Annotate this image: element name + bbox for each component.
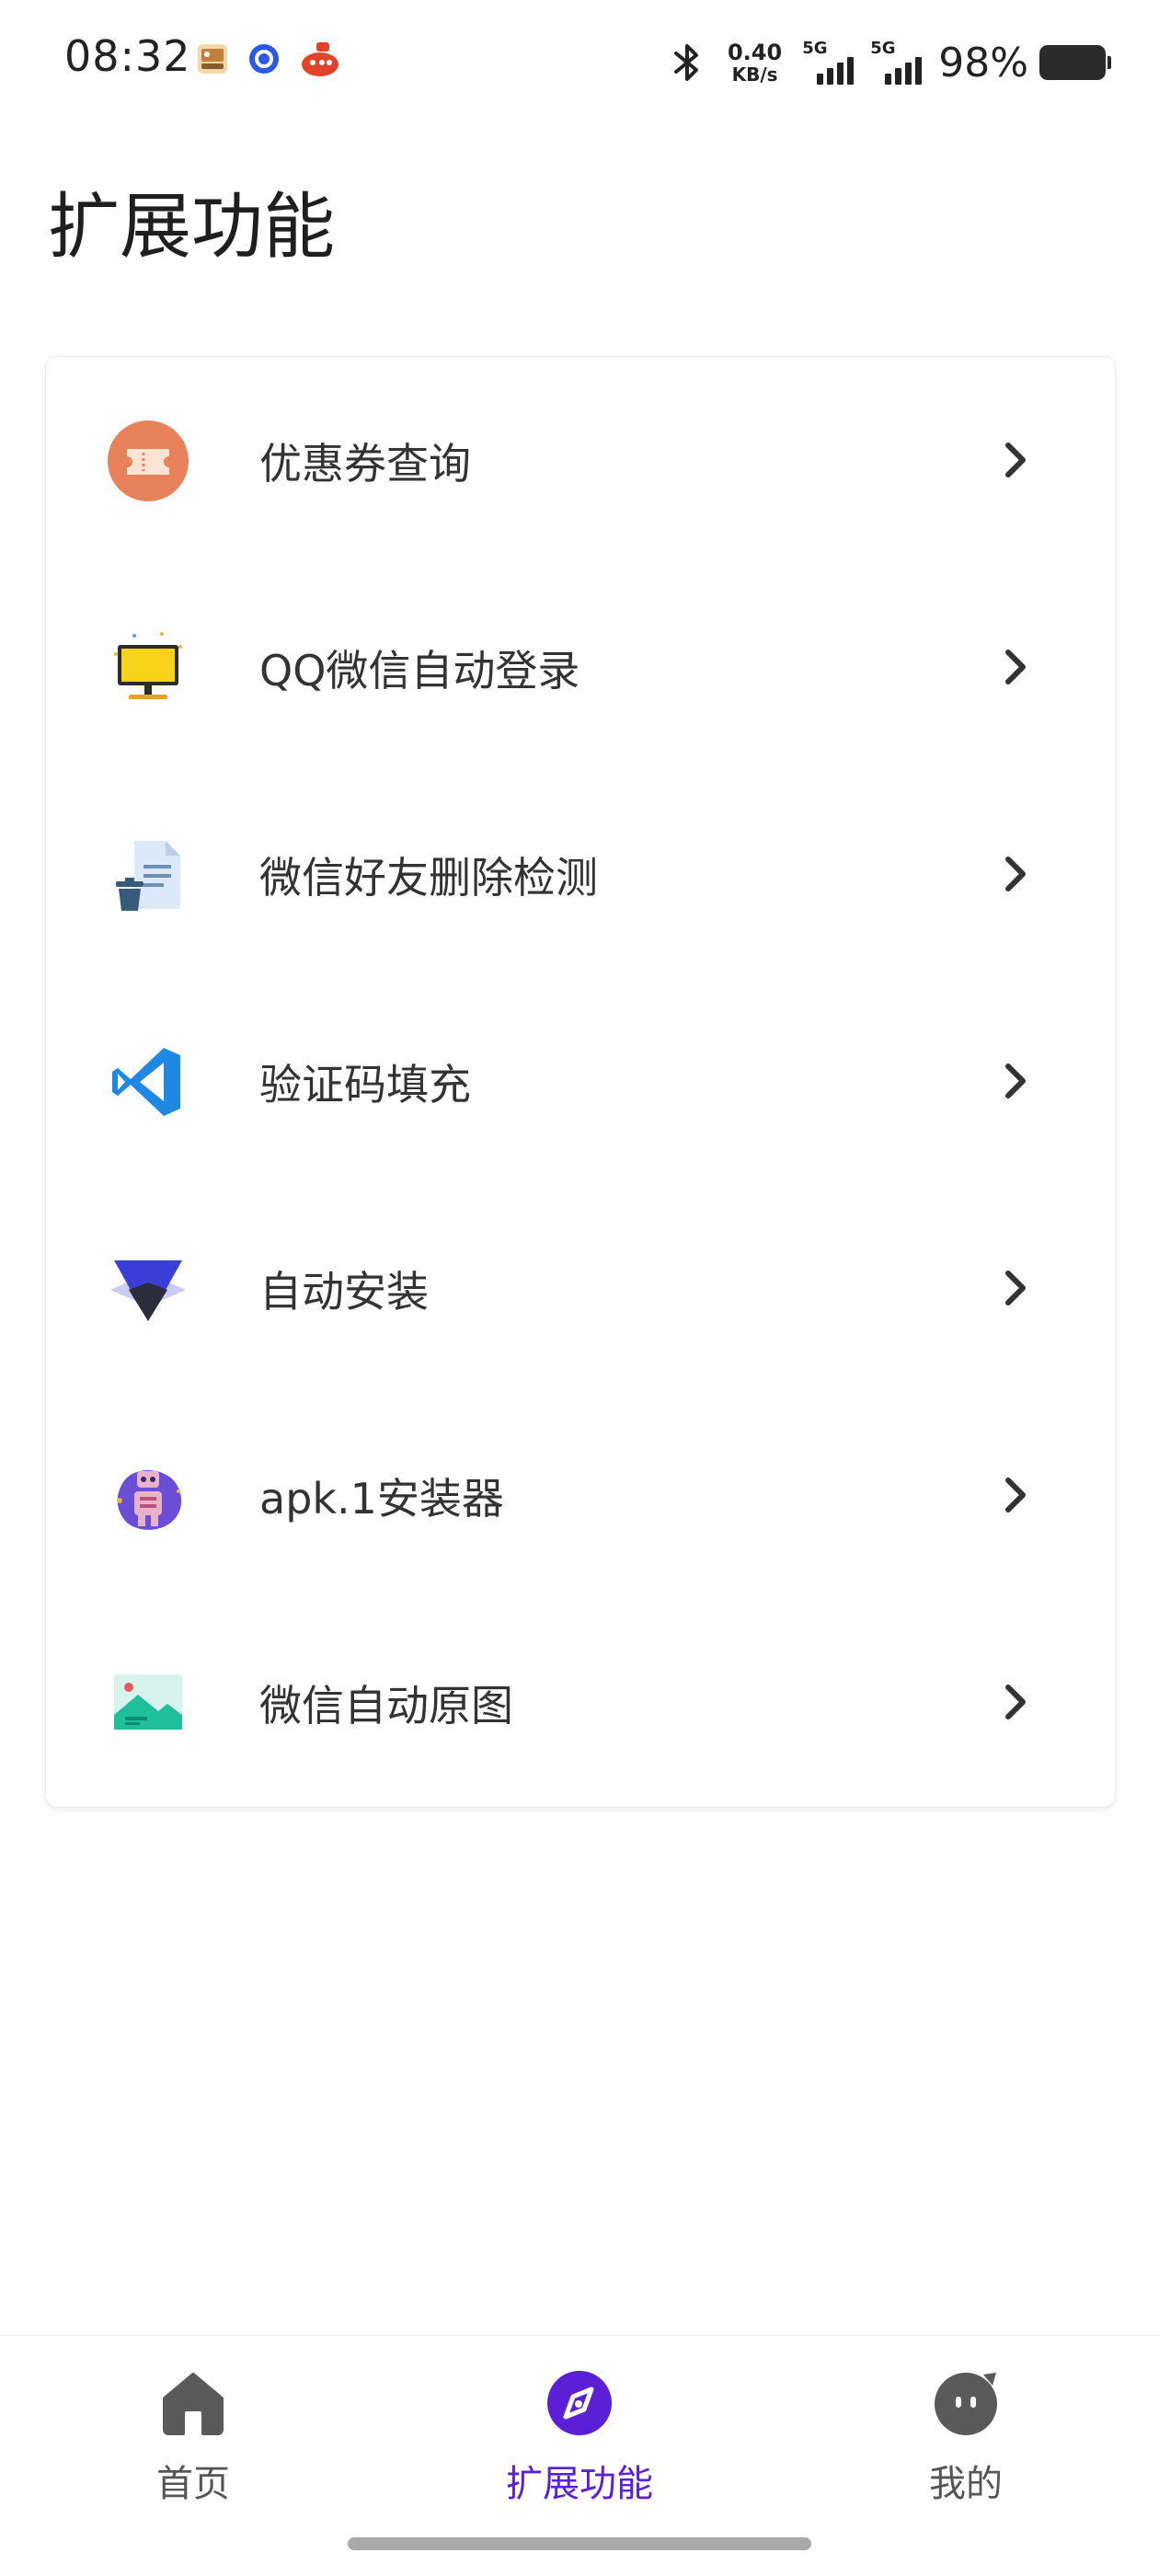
profile-face-icon bbox=[935, 2373, 997, 2435]
chevron-right-icon bbox=[1005, 1478, 1026, 1512]
blue-circle-app-icon bbox=[249, 44, 279, 74]
nav-label: 我的 bbox=[929, 2463, 1003, 2505]
net-speed: 0.40 KB/s bbox=[727, 40, 783, 86]
feature-item-coupon[interactable]: 优惠券查询 bbox=[46, 357, 1115, 564]
feature-list: 优惠券查询 QQ微信自动登录 微信好友删除检测 验证码填充 自动安装 apk.1… bbox=[46, 357, 1115, 1807]
bluetooth-icon bbox=[673, 44, 698, 81]
nav-label: 首页 bbox=[156, 2463, 230, 2505]
compass-icon bbox=[547, 2371, 612, 2435]
nav-extensions[interactable]: 扩展功能 bbox=[442, 2336, 717, 2520]
status-indicators: 0.40 KB/s 5G 5G 98% bbox=[671, 37, 1111, 88]
home-icon bbox=[163, 2373, 224, 2435]
gallery-notification-icon bbox=[198, 44, 227, 74]
document-trash-icon bbox=[116, 841, 180, 911]
feature-label: 优惠券查询 bbox=[259, 439, 471, 489]
chevron-right-icon bbox=[1005, 1064, 1026, 1098]
feature-item-friend-delete-check[interactable]: 微信好友删除检测 bbox=[46, 771, 1115, 978]
signal-sim2-icon: 5G bbox=[870, 39, 923, 85]
chevron-right-icon bbox=[1005, 857, 1026, 891]
install-arrow-icon bbox=[110, 1260, 186, 1321]
status-bar: 08:32 0.40 KB/s 5G 5G 98% bbox=[0, 0, 1159, 129]
page-title: 扩展功能 bbox=[48, 186, 336, 269]
feature-label: 自动安装 bbox=[259, 1267, 429, 1317]
nav-profile[interactable]: 我的 bbox=[828, 2336, 1104, 2520]
feature-label: 微信自动原图 bbox=[259, 1681, 513, 1731]
battery-percent: 98% bbox=[938, 39, 1028, 86]
feature-item-captcha-fill[interactable]: 验证码填充 bbox=[46, 978, 1115, 1185]
feature-item-wechat-original-image[interactable]: 微信自动原图 bbox=[46, 1599, 1115, 1806]
feature-item-qq-wechat-login[interactable]: QQ微信自动登录 bbox=[46, 564, 1115, 771]
monitor-login-icon bbox=[114, 632, 182, 699]
home-indicator[interactable] bbox=[348, 2537, 811, 2550]
notification-icons bbox=[197, 40, 340, 77]
chevron-right-icon bbox=[1005, 443, 1026, 477]
image-icon bbox=[114, 1674, 182, 1730]
code-editor-icon bbox=[112, 1048, 180, 1116]
robot-icon bbox=[117, 1470, 182, 1530]
feature-label: 验证码填充 bbox=[259, 1060, 471, 1110]
nav-label: 扩展功能 bbox=[506, 2463, 653, 2505]
battery-icon bbox=[1039, 45, 1111, 80]
red-app-icon bbox=[302, 42, 339, 76]
status-time: 08:32 bbox=[64, 31, 191, 81]
feature-label: QQ微信自动登录 bbox=[259, 646, 580, 696]
chevron-right-icon bbox=[1005, 1685, 1026, 1719]
feature-label: apk.1安装器 bbox=[259, 1474, 504, 1524]
feature-item-apk-installer[interactable]: apk.1安装器 bbox=[46, 1392, 1115, 1599]
feature-item-auto-install[interactable]: 自动安装 bbox=[46, 1185, 1115, 1392]
feature-label: 微信好友删除检测 bbox=[259, 853, 598, 903]
nav-home[interactable]: 首页 bbox=[55, 2336, 331, 2520]
signal-sim1-icon: 5G bbox=[802, 39, 855, 85]
coupon-icon bbox=[108, 420, 189, 501]
chevron-right-icon bbox=[1005, 650, 1026, 684]
chevron-right-icon bbox=[1005, 1271, 1026, 1305]
